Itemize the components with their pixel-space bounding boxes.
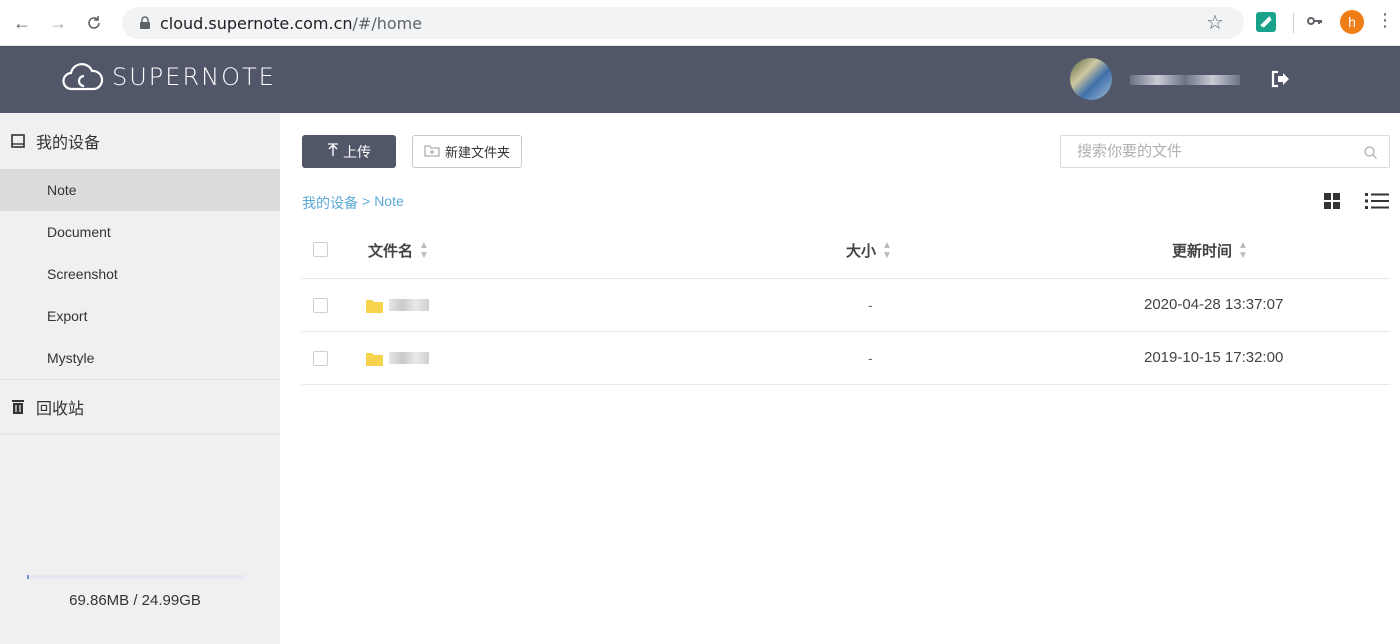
row-checkbox[interactable]: [313, 298, 328, 313]
storage-usage-text: 69.86MB / 24.99GB: [69, 592, 201, 609]
sidebar-item-note[interactable]: Note: [0, 169, 280, 211]
new-folder-button[interactable]: 新建文件夹: [412, 135, 522, 168]
key-icon[interactable]: [1306, 12, 1324, 35]
row-checkbox[interactable]: [313, 351, 328, 366]
header-name-label: 文件名: [368, 243, 414, 260]
upload-icon: [327, 143, 339, 160]
trash-icon: [10, 399, 26, 415]
logout-icon[interactable]: [1270, 69, 1290, 89]
sidebar-item-label: Note: [47, 182, 77, 198]
updated-time: 2019-10-15 17:32:00: [1144, 349, 1284, 366]
search-box: [1060, 135, 1390, 168]
sidebar-item-mystyle[interactable]: Mystyle: [0, 337, 280, 379]
sidebar-item-label: Document: [47, 224, 111, 240]
folder-icon[interactable]: [366, 299, 383, 313]
sort-by-time-header[interactable]: 更新时间 ▲ ▼: [1172, 240, 1248, 261]
sort-icon: ▲ ▼: [1238, 239, 1248, 261]
cloud-logo-icon: [62, 63, 104, 91]
breadcrumb-current[interactable]: Note: [374, 193, 404, 213]
forward-icon[interactable]: →: [46, 11, 70, 35]
folder-icon[interactable]: [366, 352, 383, 366]
logo-text: SUPERNOTE: [112, 63, 276, 91]
sidebar: 我的设备 Note Document Screenshot Export Mys…: [0, 113, 280, 644]
sidebar-item-label: Mystyle: [47, 350, 95, 366]
tablet-icon: [10, 133, 26, 149]
sort-icon: ▲ ▼: [882, 239, 892, 261]
new-folder-button-label: 新建文件夹: [444, 145, 510, 160]
sidebar-trash-label: 回收站: [36, 400, 85, 418]
file-size: -: [868, 297, 873, 313]
address-bar[interactable]: cloud.supernote.com.cn/#/home: [122, 7, 1244, 39]
username-blurred[interactable]: [1130, 75, 1240, 85]
sidebar-item-export[interactable]: Export: [0, 295, 280, 337]
url-text: cloud.supernote.com.cn/#/home: [160, 14, 423, 33]
back-icon[interactable]: ←: [10, 11, 34, 35]
breadcrumb-root[interactable]: 我的设备: [302, 193, 358, 213]
sidebar-item-label: Export: [47, 308, 88, 324]
header-time-label: 更新时间: [1172, 243, 1233, 260]
more-menu-icon[interactable]: ⋮: [1376, 10, 1394, 31]
search-icon[interactable]: [1364, 146, 1377, 159]
browser-toolbar: ← → cloud.supernote.com.cn/#/home ☆ h ⋮: [0, 0, 1400, 46]
sidebar-item-screenshot[interactable]: Screenshot: [0, 253, 280, 295]
sidebar-my-devices[interactable]: 我的设备: [0, 113, 280, 169]
file-size: -: [868, 350, 873, 366]
sort-by-size-header[interactable]: 大小 ▲ ▼: [846, 240, 892, 261]
app-header: SUPERNOTE: [0, 46, 1400, 113]
sidebar-trash[interactable]: 回收站: [0, 379, 280, 435]
sort-icon: ▲ ▼: [419, 239, 429, 261]
grid-view-icon[interactable]: [1323, 192, 1341, 210]
toolbar-separator: [1293, 13, 1294, 33]
header-size-label: 大小: [846, 243, 877, 260]
new-folder-icon: [424, 144, 440, 160]
sort-by-name-header[interactable]: 文件名 ▲ ▼: [368, 240, 429, 261]
reload-icon[interactable]: [82, 11, 106, 35]
folder-name-blurred[interactable]: [389, 352, 429, 364]
table-row[interactable]: - 2019-10-15 17:32:00: [302, 332, 1390, 385]
extension-icon[interactable]: [1256, 12, 1276, 32]
lock-icon: [140, 16, 150, 29]
storage-usage-bar: [27, 575, 245, 579]
file-table: 文件名 ▲ ▼ 大小 ▲ ▼ 更新时间 ▲ ▼ - 2020-04-28 13:37:…: [302, 222, 1390, 385]
updated-time: 2020-04-28 13:37:07: [1144, 296, 1284, 313]
supernote-logo[interactable]: SUPERNOTE: [62, 62, 276, 92]
sidebar-item-document[interactable]: Document: [0, 211, 280, 253]
storage-usage-fill: [27, 575, 29, 579]
sidebar-item-label: Screenshot: [47, 266, 118, 282]
upload-button-label: 上传: [343, 143, 371, 160]
breadcrumb-separator: >: [362, 193, 371, 209]
search-input[interactable]: [1061, 136, 1351, 167]
table-header: 文件名 ▲ ▼ 大小 ▲ ▼ 更新时间 ▲ ▼: [302, 222, 1390, 279]
profile-avatar[interactable]: h: [1340, 10, 1364, 34]
select-all-checkbox[interactable]: [313, 242, 328, 257]
list-view-icon[interactable]: [1364, 191, 1390, 211]
breadcrumb: 我的设备 > Note: [302, 193, 404, 213]
bookmark-star-icon[interactable]: ☆: [1206, 10, 1224, 35]
upload-button[interactable]: 上传: [302, 135, 396, 168]
folder-name-blurred[interactable]: [389, 299, 429, 311]
table-row[interactable]: - 2020-04-28 13:37:07: [302, 279, 1390, 332]
sidebar-my-devices-label: 我的设备: [36, 135, 101, 152]
user-avatar[interactable]: [1070, 58, 1112, 100]
